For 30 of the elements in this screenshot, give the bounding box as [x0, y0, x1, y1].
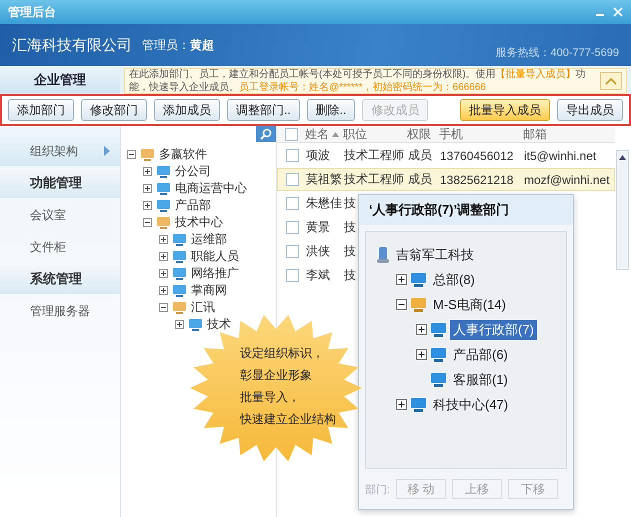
table-cell: it5@winhi.net — [524, 148, 596, 162]
hotline-text: 服务热线：400-777-5699 — [495, 46, 619, 60]
table-cell-text: 13825621218 — [440, 172, 514, 186]
table-cell-text: 李斌 — [306, 267, 331, 284]
company-name: 汇海科技有限公司 — [12, 36, 132, 54]
table-cell: 技 — [344, 267, 356, 284]
table-cell-text: 项波 — [306, 147, 331, 164]
notice-text: 在此添加部门、员工，建立和分配员工帐号(本处可授予员工不同的身份权限)。使用【批量导入成员】功能，快速导入企业成员。员工登录帐号：姓名@******，初始密码统一为：666666 — [129, 68, 587, 94]
table-cell: 技 — [344, 243, 356, 260]
field-label: 部门: — [365, 482, 390, 496]
table-cell: 技 — [344, 219, 356, 236]
table-cell-text: 朱懋佳 — [306, 195, 343, 212]
dialog-title: ‘人事行政部(7)’调整部门 — [359, 195, 573, 225]
table-cell-text: 技术工程师 — [344, 171, 405, 188]
table-cell-text: 洪侠 — [306, 243, 331, 260]
callout-text: 彰显企业形象 — [240, 367, 313, 384]
table-cell-text: 莫祖繁 — [306, 171, 343, 188]
table-cell-text: 成员 — [408, 147, 433, 164]
callout-text: 快速建立企业结构 — [240, 411, 336, 428]
admin-label: 管理员： — [142, 36, 190, 54]
table-cell: mozf@winhi.net — [524, 172, 610, 186]
callout-text: 批量导入， — [240, 389, 301, 406]
table-cell: 技 — [344, 195, 356, 212]
table-cell-text: 技术工程师 — [344, 147, 405, 164]
table-cell-text: 成员 — [408, 171, 433, 188]
table-cell-text: 13760456012 — [440, 148, 514, 162]
callout-text: 设定组织标识， — [240, 345, 325, 362]
table-cell-text: 黄景 — [306, 219, 331, 236]
admin-name: 黄超 — [190, 36, 214, 54]
window-title: 管理后台 — [8, 4, 56, 20]
